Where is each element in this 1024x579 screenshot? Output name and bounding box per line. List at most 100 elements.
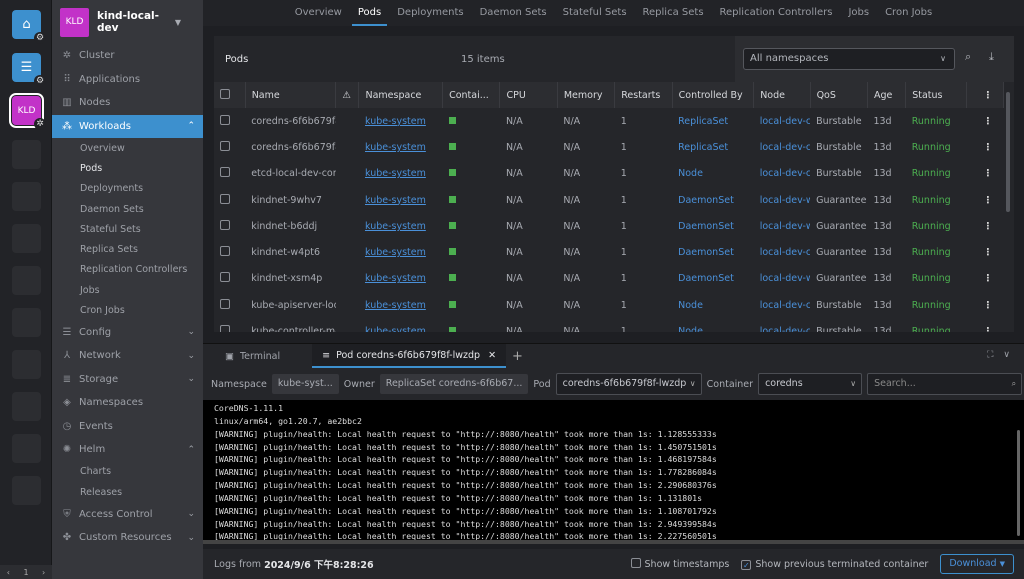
controlled-by-link[interactable]: Node bbox=[678, 168, 703, 179]
node-link[interactable]: local-dev-worker bbox=[760, 221, 810, 232]
node-link[interactable]: local-dev-control-plane bbox=[760, 326, 810, 332]
column-header-name[interactable]: Name bbox=[245, 82, 337, 108]
namespace-link[interactable]: kube-system bbox=[365, 221, 426, 232]
node-link[interactable]: local-dev-control-plane bbox=[760, 142, 810, 153]
kebab-menu-icon[interactable]: ⋮ bbox=[983, 142, 993, 153]
log-scrollbar[interactable] bbox=[1017, 430, 1020, 536]
column-header-node[interactable]: Node bbox=[753, 82, 811, 108]
table-row[interactable]: kindnet-b6ddj kube-system N/A N/A 1 DaemonSet… bbox=[214, 213, 1004, 239]
checkbox[interactable] bbox=[220, 246, 230, 257]
table-row[interactable]: coredns-6f6b679f8f-lwzdp kube-system N/A N/… bbox=[214, 108, 1004, 134]
table-scrollbar[interactable] bbox=[1006, 92, 1010, 212]
namespace-link[interactable]: kube-system bbox=[365, 326, 426, 332]
hotbar-cluster-kld[interactable]: KLD ✲ bbox=[9, 93, 46, 130]
hotbar-empty-slot[interactable] bbox=[12, 392, 41, 421]
checkbox[interactable] bbox=[630, 558, 641, 568]
chevron-up-icon[interactable]: ⌃ bbox=[187, 445, 195, 455]
log-hscrollbar[interactable] bbox=[203, 540, 1024, 544]
hotbar-home[interactable]: ⌂ ⚙ bbox=[12, 10, 46, 44]
download-button[interactable]: Download ▼ bbox=[940, 554, 1014, 574]
pager-prev[interactable]: ‹ bbox=[7, 568, 10, 577]
kebab-menu-icon[interactable]: ⋮ bbox=[983, 300, 993, 311]
add-tab-icon[interactable]: + bbox=[512, 349, 523, 364]
hotbar-empty-slot[interactable] bbox=[12, 182, 41, 211]
node-link[interactable]: local-dev-worker bbox=[760, 195, 810, 206]
column-header-warnings[interactable]: ⚠ bbox=[335, 82, 360, 108]
hotbar-empty-slot[interactable] bbox=[12, 350, 41, 379]
table-row[interactable]: kindnet-xsm4p kube-system N/A N/A 1 DaemonSet… bbox=[214, 266, 1004, 292]
column-header-contai[interactable]: Contai... bbox=[442, 82, 501, 108]
pod-name[interactable]: kube-apiserver-local-dev-control-plane bbox=[245, 292, 336, 318]
namespace-link[interactable]: kube-system bbox=[365, 116, 426, 127]
table-row[interactable]: etcd-local-dev-control-plane kube-system N… bbox=[214, 161, 1004, 187]
checkbox[interactable] bbox=[220, 140, 230, 151]
node-link[interactable]: local-dev-control-plane bbox=[760, 116, 810, 127]
sidebar-item-access-control[interactable]: ⛨ Access Control ⌄ bbox=[52, 502, 203, 526]
pod-name[interactable]: coredns-6f6b679f8f-lwzdp bbox=[245, 108, 336, 134]
tab-deployments[interactable]: Deployments bbox=[389, 0, 471, 26]
node-link[interactable]: local-dev-worker bbox=[760, 273, 810, 284]
namespace-link[interactable]: kube-system bbox=[365, 247, 426, 258]
column-header-memory[interactable]: Memory bbox=[557, 82, 616, 108]
sidebar-item-applications[interactable]: ⠿ Applications bbox=[52, 68, 203, 92]
sidebar-subitem-pods[interactable]: Pods bbox=[52, 158, 203, 178]
controlled-by-link[interactable]: DaemonSet bbox=[678, 247, 734, 258]
table-row[interactable]: coredns-6f6b679f8f kube-system N/A N/A 1 Repl… bbox=[214, 134, 1004, 160]
namespace-link[interactable]: kube-system bbox=[365, 195, 426, 206]
checkbox[interactable] bbox=[220, 193, 230, 204]
show-previous-checkbox[interactable]: ✓ Show previous terminated container bbox=[741, 559, 928, 570]
column-header-qos[interactable]: QoS bbox=[810, 82, 868, 108]
column-header-cpu[interactable]: CPU bbox=[499, 82, 558, 108]
row-menu[interactable]: ⋮ bbox=[966, 161, 1003, 187]
hotbar-empty-slot[interactable] bbox=[12, 308, 41, 337]
chevron-down-icon[interactable]: ⌄ bbox=[187, 374, 195, 384]
row-select[interactable] bbox=[214, 239, 245, 265]
row-menu[interactable]: ⋮ bbox=[966, 134, 1003, 160]
sidebar-item-workloads[interactable]: ⁂ Workloads ⌃ bbox=[52, 114, 203, 138]
row-menu[interactable]: ⋮ bbox=[966, 318, 1003, 332]
pod-name[interactable]: kindnet-b6ddj bbox=[245, 213, 336, 239]
row-menu[interactable]: ⋮ bbox=[966, 187, 1003, 213]
kebab-menu-icon[interactable]: ⋮ bbox=[983, 221, 993, 232]
column-header-status[interactable]: Status bbox=[905, 82, 967, 108]
node-link[interactable]: local-dev-control-plane bbox=[760, 168, 810, 179]
chevron-up-icon[interactable]: ⌃ bbox=[187, 121, 195, 131]
fullscreen-icon[interactable]: ⛶ bbox=[987, 350, 993, 360]
row-select[interactable] bbox=[214, 318, 245, 332]
download-icon[interactable]: ⤓ bbox=[989, 50, 994, 64]
pod-name[interactable]: kindnet-9whv7 bbox=[245, 187, 336, 213]
controlled-by-link[interactable]: ReplicaSet bbox=[678, 116, 728, 127]
row-menu[interactable]: ⋮ bbox=[966, 239, 1003, 265]
pager-next[interactable]: › bbox=[42, 568, 45, 577]
controlled-by-link[interactable]: DaemonSet bbox=[678, 221, 734, 232]
tab-daemon-sets[interactable]: Daemon Sets bbox=[472, 0, 555, 26]
namespace-link[interactable]: kube-system bbox=[365, 168, 426, 179]
row-select[interactable] bbox=[214, 213, 245, 239]
cluster-switcher[interactable]: KLD kind-local-dev ▼ bbox=[52, 0, 203, 44]
sidebar-subitem-stateful-sets[interactable]: Stateful Sets bbox=[52, 219, 203, 239]
sidebar-subitem-daemon-sets[interactable]: Daemon Sets bbox=[52, 199, 203, 219]
column-header-namespace[interactable]: Namespace bbox=[358, 82, 444, 108]
sidebar-subitem-charts[interactable]: Charts bbox=[52, 462, 203, 482]
chevron-down-icon[interactable]: ⌄ bbox=[187, 509, 195, 519]
hotbar-empty-slot[interactable] bbox=[12, 140, 41, 169]
checkbox[interactable] bbox=[220, 219, 230, 230]
sidebar-item-config[interactable]: ☰ Config ⌄ bbox=[52, 321, 203, 345]
chevron-down-icon[interactable]: ∨ bbox=[1003, 350, 1010, 360]
sidebar-subitem-jobs[interactable]: Jobs bbox=[52, 280, 203, 300]
chevron-down-icon[interactable]: ⌄ bbox=[187, 327, 195, 337]
tab-replication-controllers[interactable]: Replication Controllers bbox=[712, 0, 841, 26]
table-row[interactable]: kindnet-w4pt6 kube-system N/A N/A 1 DaemonSet… bbox=[214, 239, 1004, 265]
chevron-down-icon[interactable]: ⌄ bbox=[187, 533, 195, 543]
controlled-by-link[interactable]: ReplicaSet bbox=[678, 142, 728, 153]
namespace-link[interactable]: kube-system bbox=[365, 300, 426, 311]
hotbar-empty-slot[interactable] bbox=[12, 476, 41, 505]
row-select[interactable] bbox=[214, 108, 245, 134]
controlled-by-link[interactable]: DaemonSet bbox=[678, 195, 734, 206]
sidebar-subitem-replication-controllers[interactable]: Replication Controllers bbox=[52, 260, 203, 280]
row-select[interactable] bbox=[214, 292, 245, 318]
namespace-select[interactable]: All namespaces ∨ bbox=[743, 48, 955, 70]
tab-stateful-sets[interactable]: Stateful Sets bbox=[555, 0, 635, 26]
row-menu[interactable]: ⋮ bbox=[966, 266, 1003, 292]
sidebar-subitem-releases[interactable]: Releases bbox=[52, 482, 203, 502]
